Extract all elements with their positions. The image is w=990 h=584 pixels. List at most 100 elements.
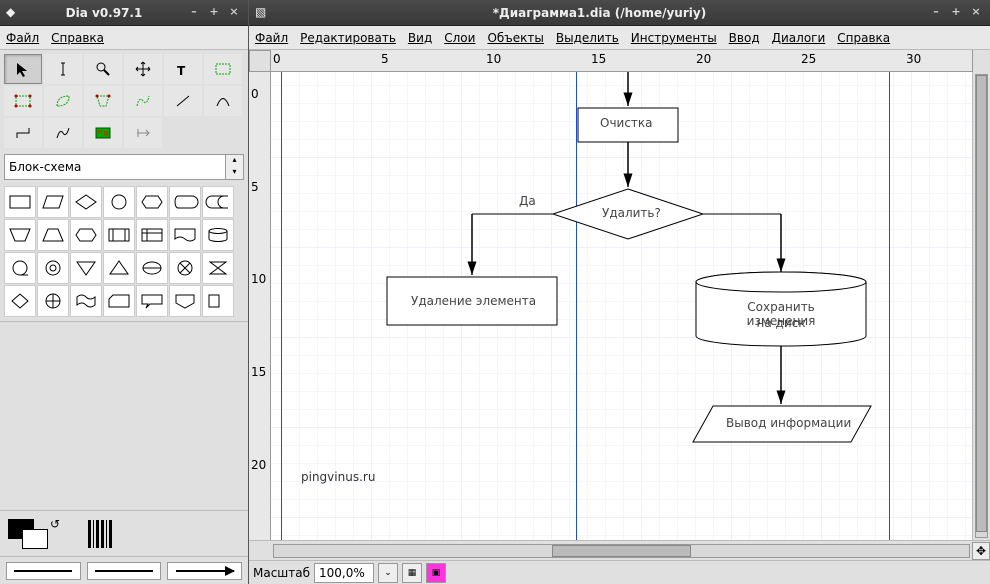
menu-objects[interactable]: Объекты [487,31,543,45]
shape-callout[interactable] [136,285,168,317]
shape-triangle-down[interactable] [70,252,102,284]
shape-diamond[interactable] [70,186,102,218]
menu-layers[interactable]: Слои [444,31,475,45]
shape-diamond2[interactable] [4,285,36,317]
shape-circle[interactable] [103,186,135,218]
menu-edit[interactable]: Редактировать [300,31,396,45]
tool-text[interactable]: T [164,54,202,84]
ruler-vertical[interactable]: 0 5 10 15 20 [249,72,271,540]
shape-triangle-up[interactable] [103,252,135,284]
toolbox-titlebar[interactable]: ◆ Dia v0.97.1 – + × [0,0,248,26]
menu-input[interactable]: Ввод [729,31,760,45]
minimize-icon[interactable]: – [186,5,202,21]
diagram-titlebar[interactable]: ▧ *Диаграмма1.dia (/home/yuriy) – + × [249,0,990,26]
shape-flag[interactable] [70,285,102,317]
close-icon[interactable]: × [226,5,242,21]
tool-image[interactable] [84,118,122,148]
ruler-end [972,50,990,72]
tool-line[interactable] [164,86,202,116]
vertical-scrollbar[interactable] [972,72,990,540]
tool-ellipse-dash[interactable] [44,86,82,116]
shape-card[interactable] [103,285,135,317]
node-clean[interactable]: Очистка [600,116,653,130]
tool-polyline[interactable] [44,118,82,148]
tool-rect-dash[interactable] [4,86,42,116]
horizontal-scrollbar-row: ✥ [249,540,990,560]
label-yes: Да [519,194,536,208]
chevron-down-icon[interactable]: ▾ [226,167,243,179]
toolbox-window: ◆ Dia v0.97.1 – + × Файл Справка T ▴▾ [0,0,249,584]
snap-grid-toggle[interactable]: ▦ [402,563,422,583]
app-icon: ◆ [6,5,22,21]
close-icon[interactable]: × [968,5,984,21]
shape-circle-x[interactable] [169,252,201,284]
shape-parallelogram[interactable] [37,186,69,218]
shape-ellipse-line[interactable] [136,252,168,284]
menu-select[interactable]: Выделить [556,31,619,45]
node-output[interactable]: Вывод информации [726,416,851,430]
menu-help[interactable]: Справка [837,31,890,45]
shape-ring[interactable] [37,252,69,284]
shape-doc[interactable] [169,219,201,251]
horizontal-scrollbar[interactable] [273,544,970,558]
flowchart [271,72,971,540]
arrow-end[interactable] [167,562,242,580]
statusbar: Масштаб ⌄ ▦ ▣ [249,560,990,584]
node-save-2[interactable]: на диск [716,316,846,330]
menu-tools[interactable]: Инструменты [631,31,717,45]
line-weight[interactable] [87,562,162,580]
swap-icon[interactable]: ↺ [50,517,60,531]
shape-trap-down[interactable] [4,219,36,251]
shape-rounded[interactable] [136,186,168,218]
sheet-spin[interactable]: ▴▾ [226,154,244,180]
snap-object-toggle[interactable]: ▣ [426,563,446,583]
diagram-title: *Диаграмма1.dia (/home/yuriy) [275,6,924,20]
menu-dialogs[interactable]: Диалоги [772,31,826,45]
tool-bezier-dash[interactable] [124,86,162,116]
menu-file[interactable]: Файл [6,31,39,45]
tool-poly-dash[interactable] [84,86,122,116]
tool-box[interactable] [204,54,242,84]
zoom-dropdown[interactable]: ⌄ [378,563,398,583]
canvas[interactable]: Очистка Удалить? Да Удаление элемента Со… [271,72,972,540]
tool-move[interactable] [124,54,162,84]
ruler-corner[interactable] [249,50,271,72]
menu-file[interactable]: Файл [255,31,288,45]
tool-outline[interactable] [124,118,162,148]
node-delete[interactable]: Удалить? [602,206,661,220]
shape-tape-circle[interactable] [4,252,36,284]
shape-trap-up[interactable] [37,219,69,251]
tool-text-cursor[interactable] [44,54,82,84]
shape-pentagon-down[interactable] [169,285,201,317]
maximize-icon[interactable]: + [206,5,222,21]
node-del-el[interactable]: Удаление элемента [411,294,536,308]
menu-help[interactable]: Справка [51,31,104,45]
minimize-icon[interactable]: – [928,5,944,21]
shape-circle-plus[interactable] [37,285,69,317]
shape-rect[interactable] [4,186,36,218]
maximize-icon[interactable]: + [948,5,964,21]
shape-internal[interactable] [136,219,168,251]
shape-cylinder[interactable] [202,219,234,251]
line-pattern[interactable] [88,520,112,548]
sheet-selector[interactable]: ▴▾ [4,154,244,180]
shape-hex[interactable] [70,219,102,251]
ruler-horizontal[interactable]: 0 5 10 15 20 25 30 [271,50,972,72]
shape-predef[interactable] [103,219,135,251]
menu-view[interactable]: Вид [408,31,432,45]
color-swatch[interactable]: ↺ [8,519,48,549]
tool-arc[interactable] [204,86,242,116]
shape-display[interactable] [169,186,201,218]
zoom-field[interactable] [314,563,374,583]
sheet-input[interactable] [4,154,226,180]
watermark: pingvinus.ru [301,470,375,484]
arrow-start[interactable] [6,562,81,580]
tool-pointer[interactable] [4,54,42,84]
chevron-up-icon[interactable]: ▴ [226,155,243,167]
tool-zigzag[interactable] [4,118,42,148]
shape-stored[interactable] [202,186,234,218]
shape-hourglass[interactable] [202,252,234,284]
nav-button[interactable]: ✥ [972,542,990,560]
shape-l[interactable] [202,285,234,317]
tool-zoom[interactable] [84,54,122,84]
